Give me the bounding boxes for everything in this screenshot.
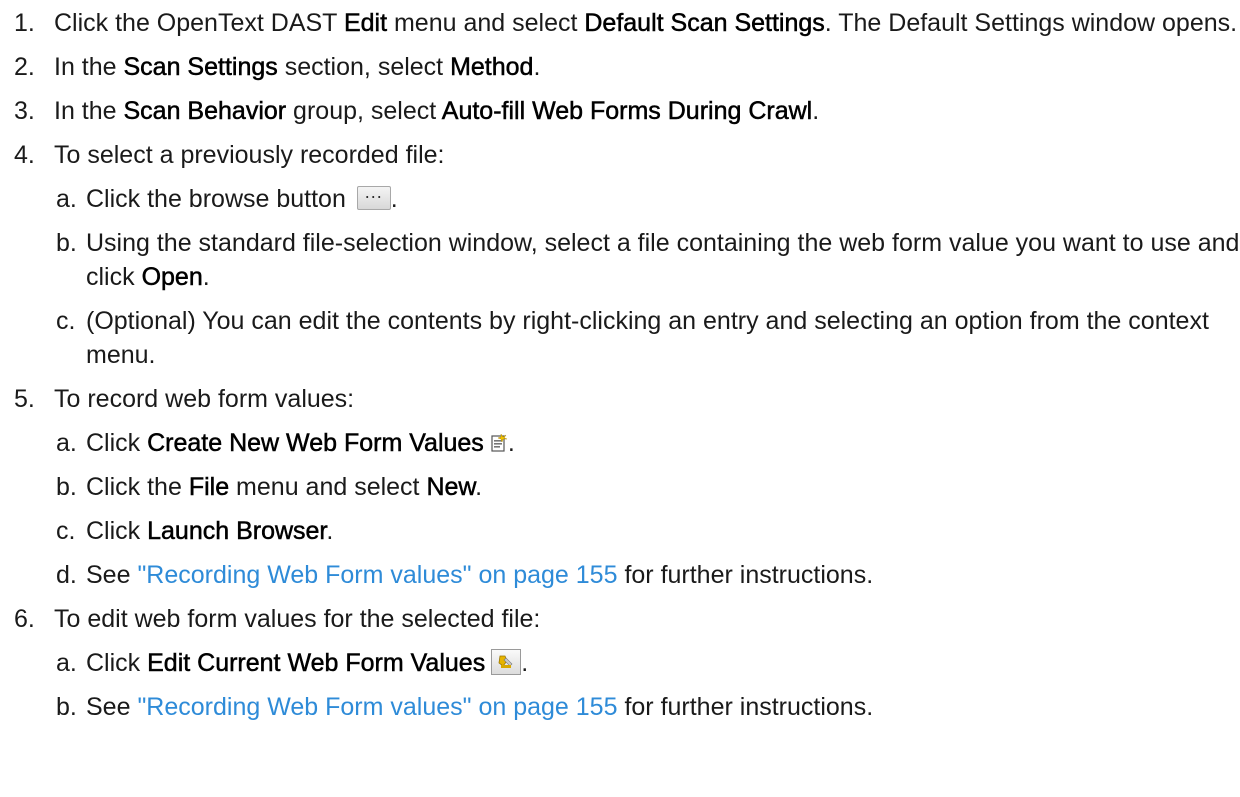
- substep-text: Click: [86, 517, 148, 545]
- substep-text: See: [86, 693, 138, 721]
- new-web-form-values-icon: [490, 428, 508, 452]
- step-6-substeps: a. Click Edit Current Web Form Values. b…: [0, 646, 1240, 724]
- step-4-substeps: a. Click the browse button . b. Using th…: [0, 175, 1240, 372]
- step-text: In the: [54, 53, 124, 81]
- ui-term-scan-settings: Scan Settings: [123, 53, 278, 82]
- step-number: 5.: [14, 385, 35, 413]
- ui-term-launch-browser: Launch Browser: [147, 517, 327, 546]
- step-text: In the: [54, 97, 124, 125]
- substep-4b: b. Using the standard file-selection win…: [0, 226, 1240, 294]
- step-text: .: [812, 97, 820, 125]
- step-2: 2. In the Scan Settings section, select …: [0, 50, 1240, 84]
- substep-5a: a. Click Create New Web Form Values.: [0, 426, 1240, 460]
- step-text: . The Default Settings window opens.: [824, 9, 1238, 37]
- substep-text: .: [475, 473, 483, 501]
- substep-text: .: [390, 185, 398, 213]
- step-text: To record web form values:: [54, 385, 355, 413]
- substep-text: .: [521, 649, 529, 677]
- substep-5d: d. See "Recording Web Form values" on pa…: [0, 558, 1240, 592]
- step-number: 1.: [14, 9, 35, 37]
- recording-web-form-values-link[interactable]: "Recording Web Form values" on page 155: [137, 561, 617, 589]
- ui-term-edit-menu: Edit: [343, 9, 388, 38]
- ui-term-edit-current-web-form-values: Edit Current Web Form Values: [147, 649, 486, 678]
- substep-4a: a. Click the browse button .: [0, 175, 1240, 216]
- substep-6b: b. See "Recording Web Form values" on pa…: [0, 690, 1240, 724]
- step-6: 6. To edit web form values for the selec…: [0, 602, 1240, 636]
- ui-term-default-scan-settings: Default Scan Settings: [584, 9, 825, 38]
- ui-term-open: Open: [141, 263, 203, 292]
- substep-letter: c.: [56, 307, 76, 335]
- ui-term-new: New: [426, 473, 476, 502]
- substep-letter: b.: [56, 473, 77, 501]
- substep-text: Click: [86, 429, 148, 457]
- substep-letter: a.: [56, 185, 77, 213]
- step-3: 3. In the Scan Behavior group, select Au…: [0, 94, 1240, 128]
- ellipsis-button-icon: [356, 175, 391, 210]
- substep-letter: a.: [56, 429, 77, 457]
- substep-letter: b.: [56, 229, 77, 257]
- step-text: menu and select: [387, 9, 585, 37]
- substep-text: Click: [86, 649, 148, 677]
- ui-term-scan-behavior: Scan Behavior: [123, 97, 287, 126]
- substep-text: Click the: [86, 473, 189, 501]
- substep-4c: c. (Optional) You can edit the contents …: [0, 304, 1240, 372]
- substep-letter: a.: [56, 649, 77, 677]
- substep-6a: a. Click Edit Current Web Form Values.: [0, 646, 1240, 680]
- edit-web-form-values-icon: [491, 649, 522, 675]
- step-1: 1. Click the OpenText DAST Edit menu and…: [0, 6, 1240, 40]
- step-number: 6.: [14, 605, 35, 633]
- substep-text: for further instructions.: [617, 561, 874, 589]
- procedure-document: 1. Click the OpenText DAST Edit menu and…: [0, 0, 1240, 724]
- step-5-substeps: a. Click Create New Web Form Values. b. …: [0, 426, 1240, 592]
- substep-text: (Optional) You can edit the contents by …: [86, 307, 1209, 369]
- substep-letter: d.: [56, 561, 77, 589]
- substep-text: See: [86, 561, 138, 589]
- ui-term-file-menu: File: [188, 473, 230, 502]
- substep-letter: c.: [56, 517, 76, 545]
- substep-text: .: [326, 517, 334, 545]
- step-text: To edit web form values for the selected…: [54, 605, 541, 633]
- step-text: .: [533, 53, 541, 81]
- substep-text: for further instructions.: [617, 693, 874, 721]
- step-number: 4.: [14, 141, 35, 169]
- step-number: 2.: [14, 53, 35, 81]
- substep-text: .: [202, 263, 210, 291]
- substep-text: .: [507, 429, 515, 457]
- step-4: 4. To select a previously recorded file:: [0, 138, 1240, 172]
- substep-text: menu and select: [229, 473, 427, 501]
- step-5: 5. To record web form values:: [0, 382, 1240, 416]
- substep-text: Click the browse button: [86, 185, 353, 213]
- substep-text: Using the standard file-selection window…: [86, 229, 1240, 291]
- substep-5c: c. Click Launch Browser.: [0, 514, 1240, 548]
- step-text: group, select: [286, 97, 442, 125]
- ui-term-method: Method: [450, 53, 534, 82]
- step-text: To select a previously recorded file:: [54, 141, 445, 169]
- step-number: 3.: [14, 97, 35, 125]
- ui-term-auto-fill-web-forms: Auto-fill Web Forms During Crawl: [441, 97, 813, 126]
- step-text: section, select: [277, 53, 451, 81]
- substep-5b: b. Click the File menu and select New.: [0, 470, 1240, 504]
- recording-web-form-values-link[interactable]: "Recording Web Form values" on page 155: [137, 693, 617, 721]
- step-text: Click the OpenText DAST: [54, 9, 344, 37]
- substep-letter: b.: [56, 693, 77, 721]
- ui-term-create-new-web-form-values: Create New Web Form Values: [147, 429, 484, 458]
